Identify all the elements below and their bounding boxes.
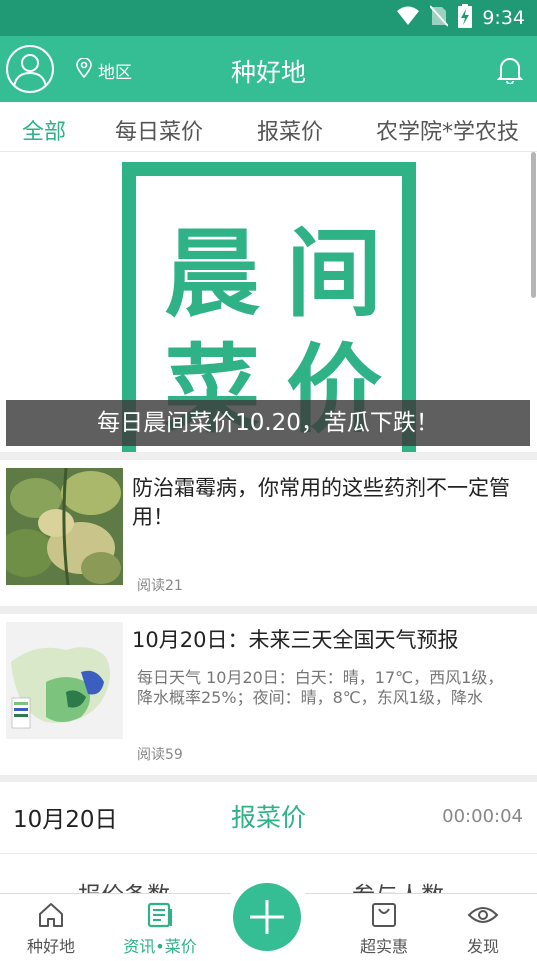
plus-icon — [247, 897, 287, 941]
app-bar: 地区 种好地 — [0, 36, 537, 102]
nav-news-prices[interactable]: 资讯•菜价 — [110, 894, 210, 961]
news-item[interactable]: 10月20日：未来三天全国天气预报 每日天气 10月20日：白天：晴，17℃，西… — [0, 614, 537, 776]
bell-icon[interactable] — [496, 56, 524, 88]
location-pin-icon — [76, 57, 92, 83]
eye-icon — [467, 901, 499, 933]
nav-label: 种好地 — [26, 937, 75, 956]
banner-carousel[interactable]: 晨 间 菜 价 每日晨间菜价10.20，苦瓜下跌！ — [0, 153, 531, 452]
nav-home[interactable]: 种好地 — [1, 894, 101, 961]
nav-label: 超实惠 — [359, 937, 408, 956]
nav-label: 资讯•菜价 — [123, 937, 197, 956]
home-icon — [37, 901, 65, 933]
battery-charging-icon — [458, 4, 473, 32]
read-count: 阅读21 — [137, 578, 183, 594]
tab-daily-prices[interactable]: 每日菜价 — [115, 114, 203, 146]
region-label: 地区 — [98, 63, 132, 83]
banner-char: 间 — [286, 218, 382, 330]
status-time: 9:34 — [482, 7, 525, 29]
category-tabs: 全部 每日菜价 报菜价 农学院*学农技 — [0, 102, 537, 152]
user-avatar-icon[interactable] — [6, 45, 54, 93]
banner-caption: 每日晨间菜价10.20，苦瓜下跌！ — [6, 400, 530, 446]
divider — [0, 452, 537, 460]
report-date: 10月20日 — [13, 807, 118, 833]
news-description: 每日天气 10月20日：白天：晴，17℃，西风1级，降水概率25%；夜间：晴，8… — [137, 668, 504, 707]
report-price-header[interactable]: 10月20日 报菜价 00:00:04 — [0, 782, 537, 854]
region-selector[interactable]: 地区 — [76, 57, 132, 83]
news-thumbnail — [6, 468, 123, 585]
tab-all[interactable]: 全部 — [22, 114, 66, 146]
nav-deals[interactable]: 超实惠 — [334, 894, 434, 961]
news-item[interactable]: 防治霜霉病，你常用的这些药剂不一定管用！ 阅读21 — [0, 460, 537, 606]
wifi-icon — [396, 6, 420, 30]
banner-char: 晨 — [164, 218, 260, 330]
tab-report-price[interactable]: 报菜价 — [257, 114, 323, 146]
news-title: 10月20日：未来三天全国天气预报 — [132, 628, 459, 652]
read-count: 阅读59 — [137, 747, 183, 763]
tab-agri-school[interactable]: 农学院*学农技 — [376, 114, 519, 146]
scrollbar[interactable] — [531, 152, 536, 298]
nav-discover[interactable]: 发现 — [433, 894, 533, 961]
news-title: 防治霜霉病，你常用的这些药剂不一定管用！ — [132, 476, 510, 529]
add-button[interactable] — [233, 883, 301, 951]
news-thumbnail — [6, 622, 123, 739]
nav-label: 发现 — [466, 937, 499, 956]
no-sim-icon — [429, 5, 450, 31]
report-timer: 00:00:04 — [442, 806, 523, 827]
status-bar: 9:34 — [0, 0, 537, 36]
news-icon — [146, 901, 174, 933]
status-icons: 9:34 — [396, 0, 525, 36]
shopping-bag-icon — [370, 901, 398, 933]
divider — [0, 606, 537, 614]
